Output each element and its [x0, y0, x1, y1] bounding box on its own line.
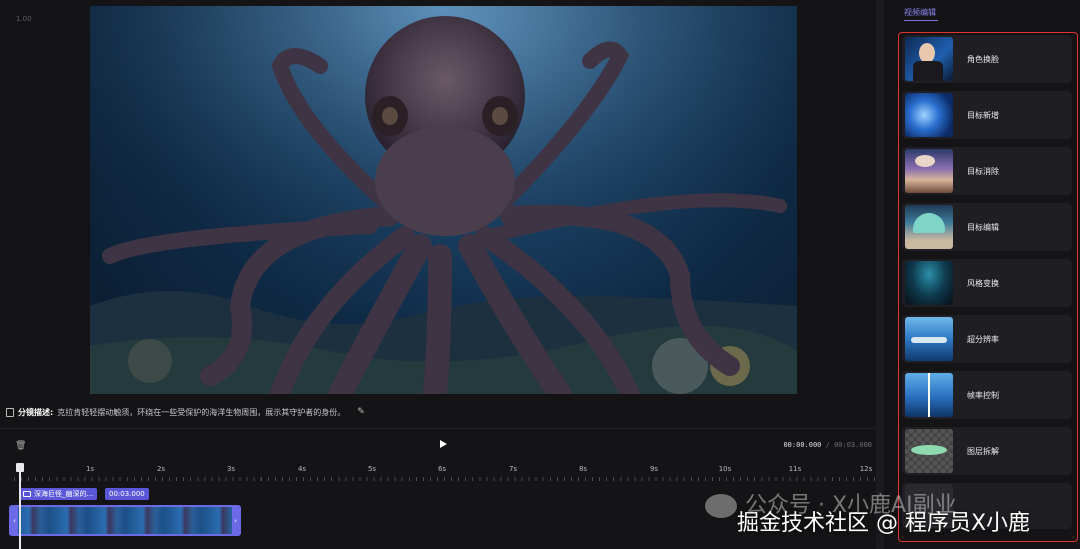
clip-name-tag[interactable]: 深海巨怪_幽深的...	[19, 488, 98, 500]
timeline-ruler[interactable]: 1s 2s 3s 4s 5s 6s 7s 8s 9s 10s 11s 12s	[14, 462, 876, 484]
watermark-juejin: 掘金技术社区 @ 程序员X小鹿	[737, 511, 1031, 536]
timecode-separator: /	[821, 441, 835, 449]
thumbnail	[905, 429, 953, 473]
video-edit-panel: 视频编辑 角色换脸 目标新增 目标消除 目标编辑 风格变换 超分辨率 帧率控制 …	[884, 0, 1080, 549]
tool-object-edit[interactable]: 目标编辑	[902, 203, 1072, 251]
timecode-current: 00:00.000	[783, 441, 822, 449]
tool-label: 目标消除	[967, 166, 999, 176]
video-clip[interactable]: ‹ ›	[9, 505, 241, 536]
panel-tab-video-edit[interactable]: 视频编辑	[904, 7, 938, 21]
ruler-label: 7s	[508, 465, 518, 473]
play-button[interactable]	[440, 440, 447, 448]
edit-icon[interactable]: ✎	[357, 407, 365, 417]
video-icon	[23, 491, 31, 497]
wechat-icon	[705, 494, 737, 518]
tool-object-remove[interactable]: 目标消除	[902, 147, 1072, 195]
thumbnail	[905, 373, 953, 417]
tool-style-transfer[interactable]: 风格变换	[902, 259, 1072, 307]
tool-label: 角色换脸	[967, 54, 999, 64]
trash-icon[interactable]: 🗑	[15, 441, 26, 451]
tool-frame-rate[interactable]: 帧率控制	[902, 371, 1072, 419]
thumbnail	[905, 149, 953, 193]
clip-trim-left-handle[interactable]: ‹	[11, 507, 18, 534]
timecode: 00:00.000 / 00:03.000	[783, 441, 872, 449]
ruler-label: 3s	[226, 465, 236, 473]
storyboard-description: 分镜描述: 克拉肯轻轻摆动触须，环绕在一些受保护的海洋生物周围，展示其守护者的身…	[6, 405, 365, 419]
tool-layer-split[interactable]: 图层拆解	[902, 427, 1072, 475]
playback-toolbar: 🗑 00:00.000 / 00:03.000	[0, 428, 876, 462]
clip-name: 深海巨怪_幽深的...	[34, 490, 94, 498]
tool-super-resolution[interactable]: 超分辨率	[902, 315, 1072, 363]
tool-label: 超分辨率	[967, 334, 999, 344]
panel-divider	[876, 0, 884, 549]
editor-area: 1.00 分镜描述: 克拉肯轻轻摆动触须，环绕在一些受保护的海洋生物周围，展示其…	[0, 0, 884, 549]
ruler-label: 9s	[649, 465, 659, 473]
ruler-label: 12s	[859, 465, 873, 473]
thumbnail	[905, 317, 953, 361]
video-preview[interactable]	[90, 6, 797, 394]
tool-object-add[interactable]: 目标新增	[902, 91, 1072, 139]
tool-label: 目标新增	[967, 110, 999, 120]
clip-duration-tag: 00:03.000	[105, 488, 149, 500]
description-label: 分镜描述:	[18, 407, 54, 417]
ruler-label: 10s	[718, 465, 732, 473]
thumbnail	[905, 261, 953, 305]
description-text: 克拉肯轻轻摆动触须，环绕在一些受保护的海洋生物周围，展示其守护者的身份。	[57, 407, 346, 417]
tool-label: 风格变换	[967, 278, 999, 288]
tool-face-swap[interactable]: 角色换脸	[902, 35, 1072, 83]
ruler-label: 8s	[578, 465, 588, 473]
video-editor-app: 1.00 分镜描述: 克拉肯轻轻摆动触须，环绕在一些受保护的海洋生物周围，展示其…	[0, 0, 1080, 549]
tool-label: 目标编辑	[967, 222, 999, 232]
playhead[interactable]	[16, 463, 24, 549]
zoom-level[interactable]: 1.00	[16, 15, 32, 23]
ruler-label: 4s	[297, 465, 307, 473]
ruler-label: 1s	[85, 465, 95, 473]
ruler-ticks	[14, 477, 876, 481]
thumbnail	[905, 205, 953, 249]
timecode-total: 00:03.000	[834, 441, 872, 449]
document-icon	[6, 407, 14, 417]
thumbnail	[905, 37, 953, 81]
octopus-illustration	[90, 6, 797, 394]
ruler-label: 2s	[156, 465, 166, 473]
ruler-label: 6s	[437, 465, 447, 473]
tool-label: 帧率控制	[967, 390, 999, 400]
thumbnail	[905, 93, 953, 137]
ruler-label: 11s	[788, 465, 802, 473]
tool-label: 图层拆解	[967, 446, 999, 456]
clip-trim-right-handle[interactable]: ›	[232, 507, 239, 534]
ruler-label: 5s	[367, 465, 377, 473]
